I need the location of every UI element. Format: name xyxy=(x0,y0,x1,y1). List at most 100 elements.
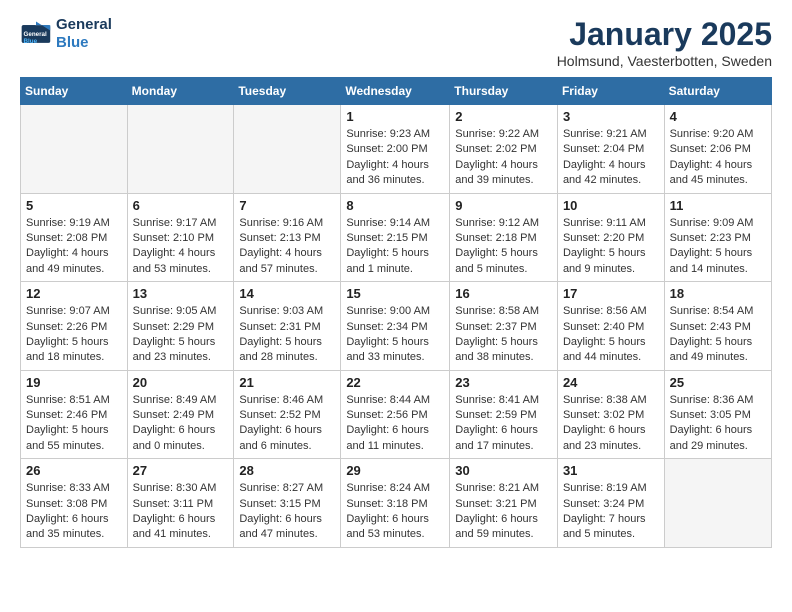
day-number: 18 xyxy=(670,286,766,301)
day-number: 20 xyxy=(133,375,229,390)
calendar-week-row: 19 Sunrise: 8:51 AMSunset: 2:46 PMDayligh… xyxy=(21,370,772,459)
svg-text:Blue: Blue xyxy=(24,38,38,45)
day-number: 2 xyxy=(455,109,552,124)
calendar-cell xyxy=(234,105,341,194)
calendar-cell: 25Sunrise: 8:36 AMSunset: 3:05 PMDayligh… xyxy=(664,370,771,459)
calendar-cell: 10 Sunrise: 9:11 AMSunset: 2:20 PMDayligh… xyxy=(557,193,664,282)
day-info: Sunrise: 8:41 AMSunset: 2:59 PMDaylight:… xyxy=(455,393,552,455)
day-info: Sunrise: 8:24 AMSunset: 3:18 PMDaylight:… xyxy=(346,481,444,543)
day-info: Sunrise: 9:11 AMSunset: 2:20 PMDaylight:… xyxy=(563,216,659,278)
logo-icon: General Blue xyxy=(20,18,52,50)
logo-text-line2: Blue xyxy=(56,34,112,52)
day-number: 6 xyxy=(133,198,229,213)
day-info: Sunrise: 8:33 AMSunset: 3:08 PMDaylight:… xyxy=(26,481,122,543)
calendar-cell: 18 Sunrise: 8:54 AMSunset: 2:43 PMDayligh… xyxy=(664,282,771,371)
day-info: Sunrise: 9:21 AMSunset: 2:04 PMDaylight:… xyxy=(563,127,659,189)
calendar-header-row: SundayMondayTuesdayWednesdayThursdayFrid… xyxy=(21,78,772,105)
calendar-cell: 12 Sunrise: 9:07 AMSunset: 2:26 PMDayligh… xyxy=(21,282,128,371)
day-info: Sunrise: 9:17 AMSunset: 2:10 PMDaylight:… xyxy=(133,216,229,278)
day-info: Sunrise: 8:27 AMSunset: 3:15 PMDaylight:… xyxy=(239,481,335,543)
calendar-cell: 13 Sunrise: 9:05 AMSunset: 2:29 PMDayligh… xyxy=(127,282,234,371)
day-info: Sunrise: 9:23 AMSunset: 2:00 PMDaylight:… xyxy=(346,127,444,189)
calendar-table: SundayMondayTuesdayWednesdayThursdayFrid… xyxy=(20,77,772,548)
day-info: Sunrise: 8:51 AMSunset: 2:46 PMDaylight:… xyxy=(26,393,122,455)
calendar-cell xyxy=(664,459,771,548)
day-info: Sunrise: 9:03 AMSunset: 2:31 PMDaylight:… xyxy=(239,304,335,366)
day-info: Sunrise: 9:16 AMSunset: 2:13 PMDaylight:… xyxy=(239,216,335,278)
calendar-cell: 4 Sunrise: 9:20 AMSunset: 2:06 PMDaylight… xyxy=(664,105,771,194)
weekday-header: Monday xyxy=(127,78,234,105)
calendar-cell: 2 Sunrise: 9:22 AMSunset: 2:02 PMDaylight… xyxy=(450,105,558,194)
logo-text-line1: General xyxy=(56,16,112,34)
calendar-cell: 30 Sunrise: 8:21 AMSunset: 3:21 PMDayligh… xyxy=(450,459,558,548)
calendar-week-row: 1 Sunrise: 9:23 AMSunset: 2:00 PMDaylight… xyxy=(21,105,772,194)
day-number: 26 xyxy=(26,463,122,478)
calendar-cell: 5Sunrise: 9:19 AMSunset: 2:08 PMDaylight… xyxy=(21,193,128,282)
svg-text:General: General xyxy=(24,31,47,38)
calendar-cell: 17 Sunrise: 8:56 AMSunset: 2:40 PMDayligh… xyxy=(557,282,664,371)
day-info: Sunrise: 8:36 AMSunset: 3:05 PMDaylight:… xyxy=(670,393,766,455)
calendar-cell: 1 Sunrise: 9:23 AMSunset: 2:00 PMDaylight… xyxy=(341,105,450,194)
day-info: Sunrise: 8:21 AMSunset: 3:21 PMDaylight:… xyxy=(455,481,552,543)
day-number: 19 xyxy=(26,375,122,390)
day-number: 31 xyxy=(563,463,659,478)
weekday-header: Thursday xyxy=(450,78,558,105)
day-info: Sunrise: 8:54 AMSunset: 2:43 PMDaylight:… xyxy=(670,304,766,366)
calendar-cell: 31 Sunrise: 8:19 AMSunset: 3:24 PMDayligh… xyxy=(557,459,664,548)
day-info: Sunrise: 9:20 AMSunset: 2:06 PMDaylight:… xyxy=(670,127,766,189)
calendar-cell: 15Sunrise: 9:00 AMSunset: 2:34 PMDayligh… xyxy=(341,282,450,371)
day-number: 27 xyxy=(133,463,229,478)
day-info: Sunrise: 8:19 AMSunset: 3:24 PMDaylight:… xyxy=(563,481,659,543)
day-number: 17 xyxy=(563,286,659,301)
day-number: 4 xyxy=(670,109,766,124)
day-info: Sunrise: 9:07 AMSunset: 2:26 PMDaylight:… xyxy=(26,304,122,366)
calendar-cell: 3 Sunrise: 9:21 AMSunset: 2:04 PMDaylight… xyxy=(557,105,664,194)
day-number: 10 xyxy=(563,198,659,213)
calendar-cell: 20 Sunrise: 8:49 AMSunset: 2:49 PMDayligh… xyxy=(127,370,234,459)
day-number: 12 xyxy=(26,286,122,301)
header: General Blue General Blue January 2025 H… xyxy=(20,16,772,69)
month-title: January 2025 xyxy=(557,16,772,53)
calendar-week-row: 12 Sunrise: 9:07 AMSunset: 2:26 PMDayligh… xyxy=(21,282,772,371)
calendar-cell: 6 Sunrise: 9:17 AMSunset: 2:10 PMDaylight… xyxy=(127,193,234,282)
weekday-header: Saturday xyxy=(664,78,771,105)
day-number: 1 xyxy=(346,109,444,124)
day-info: Sunrise: 9:09 AMSunset: 2:23 PMDaylight:… xyxy=(670,216,766,278)
title-block: January 2025 Holmsund, Vaesterbotten, Sw… xyxy=(557,16,772,69)
day-number: 24 xyxy=(563,375,659,390)
calendar-week-row: 26 Sunrise: 8:33 AMSunset: 3:08 PMDayligh… xyxy=(21,459,772,548)
weekday-header: Tuesday xyxy=(234,78,341,105)
day-info: Sunrise: 9:22 AMSunset: 2:02 PMDaylight:… xyxy=(455,127,552,189)
calendar-cell: 28 Sunrise: 8:27 AMSunset: 3:15 PMDayligh… xyxy=(234,459,341,548)
weekday-header: Friday xyxy=(557,78,664,105)
calendar-cell: 11Sunrise: 9:09 AMSunset: 2:23 PMDayligh… xyxy=(664,193,771,282)
calendar-cell: 7Sunrise: 9:16 AMSunset: 2:13 PMDaylight… xyxy=(234,193,341,282)
day-number: 30 xyxy=(455,463,552,478)
calendar-cell: 22 Sunrise: 8:44 AMSunset: 2:56 PMDayligh… xyxy=(341,370,450,459)
day-info: Sunrise: 8:56 AMSunset: 2:40 PMDaylight:… xyxy=(563,304,659,366)
day-number: 3 xyxy=(563,109,659,124)
calendar-cell: 27 Sunrise: 8:30 AMSunset: 3:11 PMDayligh… xyxy=(127,459,234,548)
day-number: 15 xyxy=(346,286,444,301)
calendar-cell: 26 Sunrise: 8:33 AMSunset: 3:08 PMDayligh… xyxy=(21,459,128,548)
day-number: 16 xyxy=(455,286,552,301)
day-info: Sunrise: 9:19 AMSunset: 2:08 PMDaylight:… xyxy=(26,216,122,278)
day-number: 23 xyxy=(455,375,552,390)
day-number: 8 xyxy=(346,198,444,213)
weekday-header: Sunday xyxy=(21,78,128,105)
calendar-cell: 24 Sunrise: 8:38 AMSunset: 3:02 PMDayligh… xyxy=(557,370,664,459)
calendar-cell: 16 Sunrise: 8:58 AMSunset: 2:37 PMDayligh… xyxy=(450,282,558,371)
day-info: Sunrise: 9:05 AMSunset: 2:29 PMDaylight:… xyxy=(133,304,229,366)
day-number: 22 xyxy=(346,375,444,390)
day-info: Sunrise: 8:30 AMSunset: 3:11 PMDaylight:… xyxy=(133,481,229,543)
day-info: Sunrise: 8:49 AMSunset: 2:49 PMDaylight:… xyxy=(133,393,229,455)
day-number: 13 xyxy=(133,286,229,301)
location: Holmsund, Vaesterbotten, Sweden xyxy=(557,53,772,69)
day-info: Sunrise: 8:44 AMSunset: 2:56 PMDaylight:… xyxy=(346,393,444,455)
calendar-cell: 9Sunrise: 9:12 AMSunset: 2:18 PMDaylight… xyxy=(450,193,558,282)
day-info: Sunrise: 8:58 AMSunset: 2:37 PMDaylight:… xyxy=(455,304,552,366)
day-info: Sunrise: 8:38 AMSunset: 3:02 PMDaylight:… xyxy=(563,393,659,455)
calendar-cell xyxy=(21,105,128,194)
day-number: 29 xyxy=(346,463,444,478)
day-number: 28 xyxy=(239,463,335,478)
